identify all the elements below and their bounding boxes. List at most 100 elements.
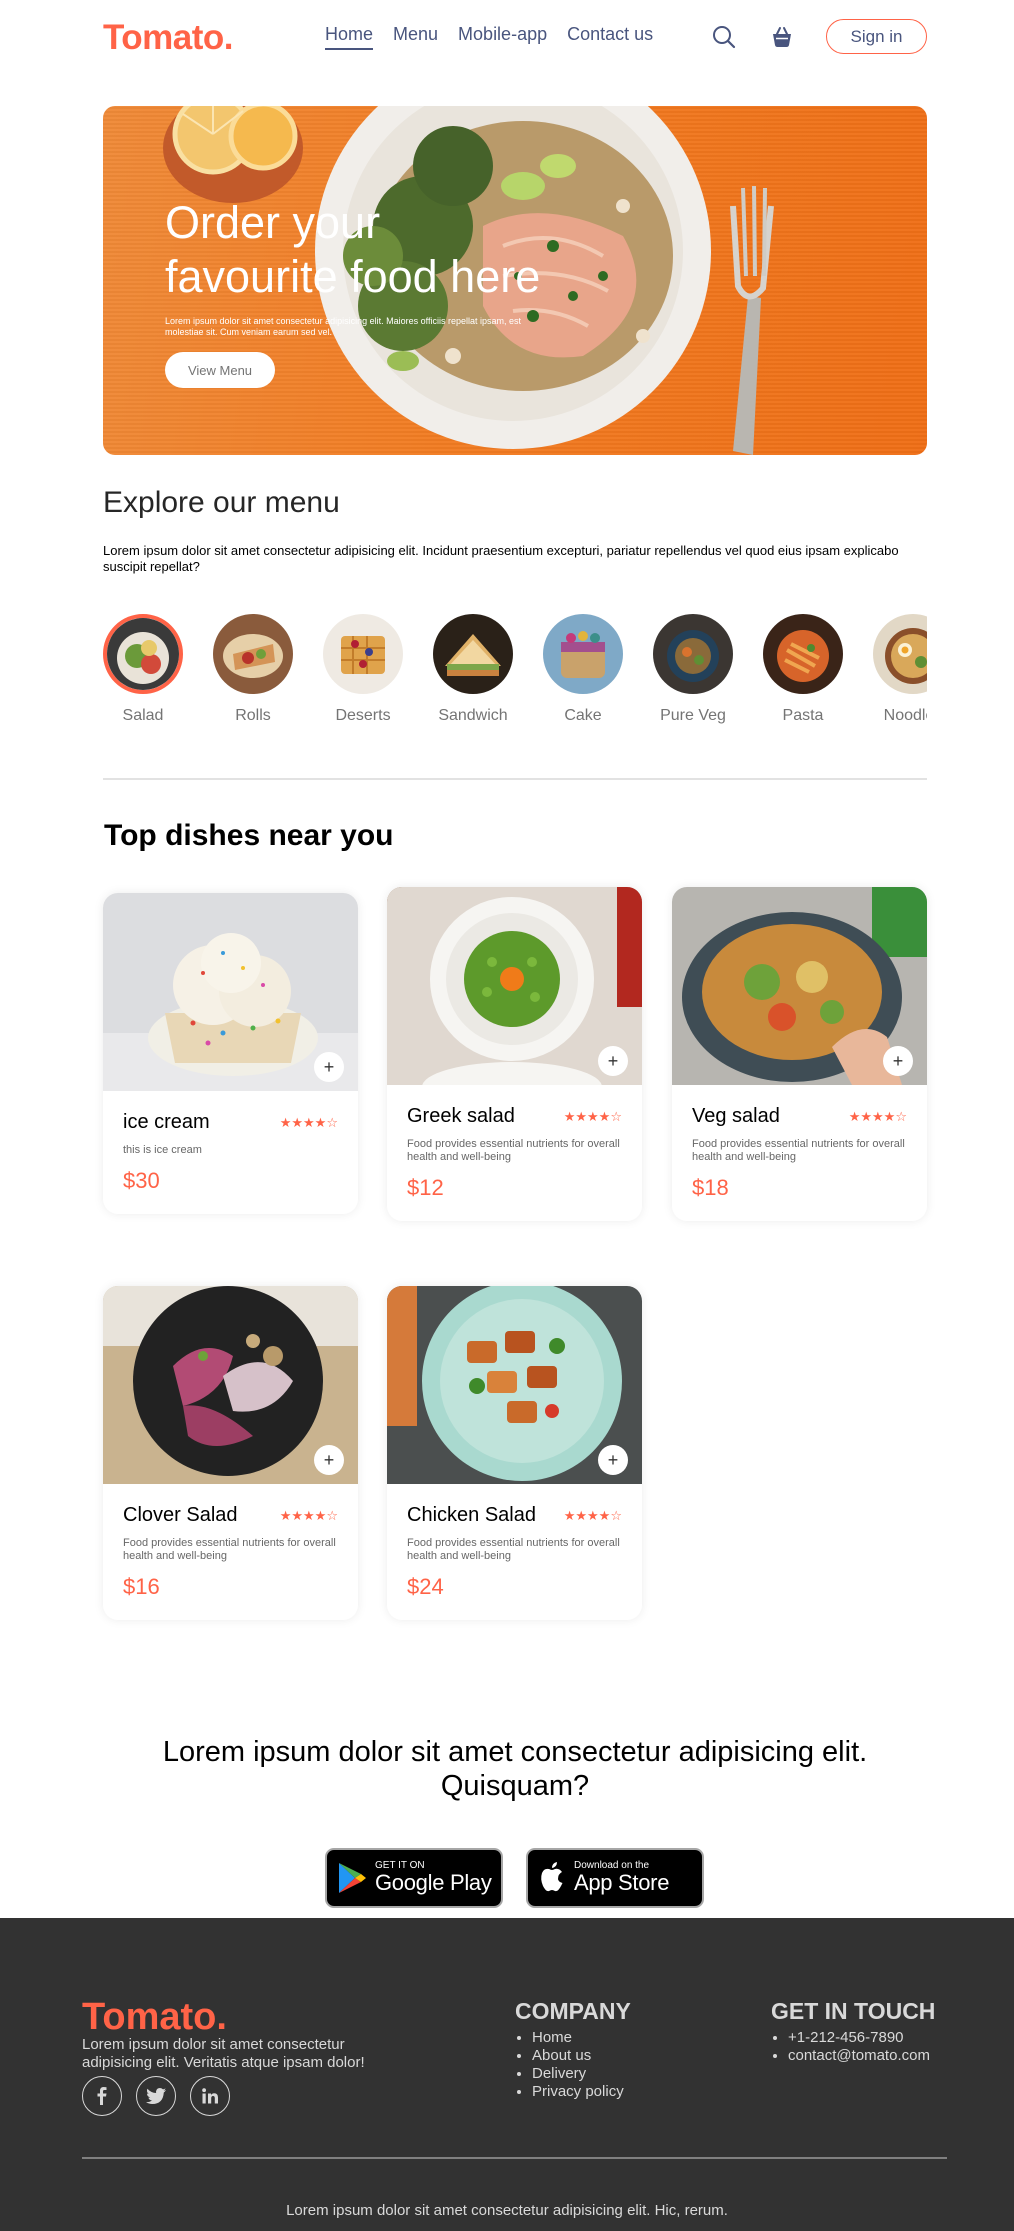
food-card-veg-salad[interactable]: + Veg salad ★★★★☆ Food provides essentia… [672,887,927,1221]
add-to-cart-button[interactable]: + [883,1046,913,1076]
food-price: $16 [123,1574,160,1599]
pure-veg-image [653,614,733,694]
rating-stars-icon: ★★★★☆ [279,1507,338,1523]
add-to-cart-button[interactable]: + [598,1046,628,1076]
explore-menu-text: Lorem ipsum dolor sit amet consectetur a… [103,543,899,574]
app-store-big: App Store [574,1870,670,1895]
menu-category-label: Salad [122,707,164,724]
footer-link-about[interactable]: About us [532,2047,631,2065]
menu-category-label: Rolls [235,707,271,724]
footer-link-delivery[interactable]: Delivery [532,2065,631,2083]
section-divider [103,778,927,780]
google-play-icon [337,1861,367,1895]
add-to-cart-button[interactable]: + [314,1445,344,1475]
rating-stars-icon: ★★★★☆ [279,1114,338,1130]
footer-contact-title: GET IN TOUCH [771,1998,936,2024]
hero-banner: Order your favourite food here Lorem ips… [103,106,927,455]
facebook-icon[interactable] [82,2076,122,2116]
google-play-button[interactable]: GET IT ON Google Play [325,1848,503,1908]
footer-link-privacy[interactable]: Privacy policy [532,2083,631,2101]
food-name-row: Chicken Salad ★★★★☆ [407,1504,622,1527]
food-name-row: Clover Salad ★★★★☆ [123,1504,338,1527]
food-card-clover-salad[interactable]: + Clover Salad ★★★★☆ Food provides essen… [103,1286,358,1620]
app-store-text: Download on the App Store [574,1860,669,1896]
rating-stars-icon: ★★★★☆ [848,1108,907,1124]
food-image: + [103,893,358,1091]
menu-category-pasta[interactable]: Pasta [763,614,843,725]
menu-category-sandwich[interactable]: Sandwich [433,614,513,725]
food-image: + [672,887,927,1085]
footer-company-title: COMPANY [515,1998,631,2024]
menu-category-cake[interactable]: Cake [543,614,623,725]
salad-image [103,614,183,694]
food-description: Food provides essential nutrients for ov… [123,1537,336,1562]
app-download-title: Lorem ipsum dolor sit amet consectetur a… [162,1736,868,1802]
nav-mobile-app[interactable]: Mobile-app [458,24,547,50]
food-name: Chicken Salad [407,1504,536,1526]
explore-menu-title: Explore our menu [103,486,340,519]
footer-company: COMPANY Home About us Delivery Privacy p… [515,1998,631,2101]
app-store-button[interactable]: Download on the App Store [526,1848,704,1908]
footer-phone[interactable]: +1-212-456-7890 [788,2029,935,2047]
logo[interactable]: Tomato. [103,18,234,58]
add-to-cart-button[interactable]: + [314,1052,344,1082]
footer-copyright: Lorem ipsum dolor sit amet consectetur a… [286,2202,728,2219]
menu-category-noodles[interactable]: Noodles [873,614,927,725]
food-price: $24 [407,1574,444,1599]
menu-category-salad[interactable]: Salad [103,614,183,725]
apple-icon [538,1862,566,1894]
twitter-icon[interactable] [136,2076,176,2116]
nav-menu: Home Menu Mobile-app Contact us [325,24,653,50]
nav-contact-us[interactable]: Contact us [567,24,653,50]
food-card-greek-salad[interactable]: + Greek salad ★★★★☆ Food provides essent… [387,887,642,1221]
food-price: $12 [407,1175,444,1200]
nav-home[interactable]: Home [325,24,374,50]
footer-logo[interactable]: Tomato. [82,1996,227,2039]
footer-email[interactable]: contact@tomato.com [788,2047,935,2065]
rolls-image [213,614,293,694]
food-card-chicken-salad[interactable]: + Chicken Salad ★★★★☆ Food provides esse… [387,1286,642,1620]
food-info: Greek salad ★★★★☆ Food provides essentia… [387,1085,642,1221]
food-image: + [387,887,642,1085]
menu-category-pure-veg[interactable]: Pure Veg [653,614,733,725]
menu-category-label: Noodles [883,707,927,724]
menu-category-label: Deserts [335,707,391,724]
food-info: Clover Salad ★★★★☆ Food provides essenti… [103,1484,358,1620]
linkedin-icon[interactable] [190,2076,230,2116]
rating-stars-icon: ★★★★☆ [563,1507,622,1523]
pasta-image [763,614,843,694]
food-description: Food provides essential nutrients for ov… [407,1537,620,1562]
menu-category-deserts[interactable]: Deserts [323,614,403,725]
footer: Tomato. Lorem ipsum dolor sit amet conse… [0,1918,1014,2231]
hero-text: Lorem ipsum dolor sit amet consectetur a… [165,316,521,337]
noodles-image [873,614,927,694]
rating-stars-icon: ★★★★☆ [563,1108,622,1124]
sandwich-image [433,614,513,694]
food-name: Veg salad [692,1105,780,1127]
food-price: $30 [123,1168,160,1193]
food-name: ice cream [123,1111,210,1133]
view-menu-button[interactable]: View Menu [165,352,275,388]
sign-in-button[interactable]: Sign in [826,19,927,54]
navbar: Tomato. Home Menu Mobile-app Contact us … [103,14,927,58]
footer-divider [82,2157,947,2159]
search-icon[interactable] [710,23,738,51]
food-name-row: ice cream ★★★★☆ [123,1111,338,1134]
footer-text: Lorem ipsum dolor sit amet consectetur a… [82,2036,365,2071]
social-icons [82,2076,230,2116]
menu-category-label: Pure Veg [660,707,726,724]
basket-icon[interactable] [768,23,796,51]
nav-menu-link[interactable]: Menu [393,24,438,50]
menu-category-label: Sandwich [438,707,508,724]
food-name: Clover Salad [123,1504,238,1526]
footer-link-home[interactable]: Home [532,2029,631,2047]
food-price: $18 [692,1175,729,1200]
food-card-ice-cream[interactable]: + ice cream ★★★★☆ this is ice cream $30 [103,893,358,1214]
cake-image [543,614,623,694]
footer-contact-list: +1-212-456-7890 contact@tomato.com [771,2029,935,2065]
add-to-cart-button[interactable]: + [598,1445,628,1475]
footer-company-links: Home About us Delivery Privacy policy [515,2029,631,2101]
explore-menu-list: Salad Rolls Deserts Sandwich Cake Pure V… [103,614,927,734]
menu-category-rolls[interactable]: Rolls [213,614,293,725]
food-info: Chicken Salad ★★★★☆ Food provides essent… [387,1484,642,1620]
